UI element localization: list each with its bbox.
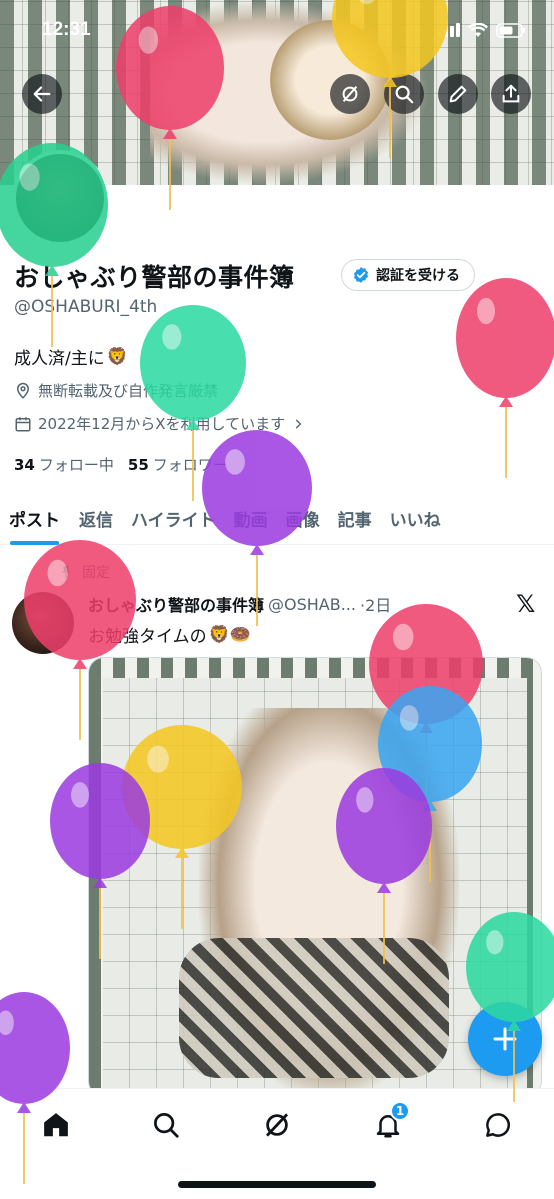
nav-home[interactable] <box>36 1105 76 1145</box>
tab-likes-label: いいね <box>389 511 441 531</box>
tab-posts-label: ポスト <box>9 511 60 531</box>
profile-stats: 34 フォロー中 55 フォロワー <box>14 454 228 475</box>
system-indicators <box>438 22 526 38</box>
back-button[interactable] <box>22 74 62 114</box>
chat-bubble-icon <box>486 1113 510 1137</box>
grok-icon <box>265 1113 289 1137</box>
profile-handle: @OSHABURI_4th <box>14 297 158 317</box>
tab-posts[interactable]: ポスト <box>0 492 69 545</box>
tab-media[interactable]: 画像 <box>277 492 329 545</box>
pinned-label: 固定 <box>82 565 110 581</box>
tab-replies-label: 返信 <box>79 511 113 531</box>
nav-notifications[interactable]: 1 <box>368 1101 410 1145</box>
tab-replies[interactable]: 返信 <box>69 492 122 545</box>
followers-label: フォロワー <box>152 456 228 474</box>
nav-search[interactable] <box>146 1105 186 1145</box>
share-button[interactable] <box>491 74 531 114</box>
compose-button[interactable] <box>468 1002 542 1076</box>
bio-text: 成人済/主に <box>14 349 105 369</box>
pencil-icon <box>449 85 467 103</box>
profile-joined[interactable]: 2022年12月からXを利用しています <box>14 413 305 434</box>
signal-icon <box>438 23 460 37</box>
post-author-handle[interactable]: @OSHAB... <box>268 595 356 614</box>
chevron-right-icon <box>295 418 302 429</box>
status-bar: 12:31 <box>0 0 554 60</box>
post-header: おしゃぶり警部の事件簿 @OSHAB... ·2日 <box>88 592 391 616</box>
notification-badge: 1 <box>390 1101 410 1121</box>
joined-text: 2022年12月からXを利用しています <box>38 415 286 433</box>
profile-tabs: ポスト 返信 ハイライト 動画 画像 記事 いいね <box>0 492 554 545</box>
nav-grok[interactable] <box>257 1105 297 1145</box>
profile-bio: 成人済/主に 🦁 <box>14 344 128 370</box>
pinned-indicator: 固定 <box>58 562 110 582</box>
tab-highlights-label: ハイライト <box>131 511 216 531</box>
grok-button[interactable] <box>330 74 370 114</box>
tab-highlights[interactable]: ハイライト <box>122 492 225 545</box>
tab-media-label: 画像 <box>285 511 320 531</box>
wifi-icon <box>468 22 488 37</box>
post-text: お勉強タイムの 🦁🍩 <box>88 622 252 648</box>
get-verified-label: 認証を受ける <box>376 268 460 284</box>
x-logo-icon: 𝕏 <box>516 590 536 618</box>
battery-icon <box>496 22 525 38</box>
profile-avatar[interactable] <box>12 150 108 246</box>
search-button[interactable] <box>384 74 424 114</box>
verified-badge-icon <box>353 267 369 283</box>
balloon <box>456 278 554 478</box>
post-author-avatar[interactable] <box>12 592 74 654</box>
following-count: 34 <box>14 456 35 474</box>
post-emoji: 🦁🍩 <box>208 624 252 645</box>
tab-articles[interactable]: 記事 <box>329 492 381 545</box>
calendar-icon <box>15 416 31 431</box>
following-link[interactable]: 34 フォロー中 <box>14 454 114 475</box>
post-author-name[interactable]: おしゃぶり警部の事件簿 <box>88 592 264 616</box>
profile-name: おしゃぶり警部の事件簿 <box>14 263 295 292</box>
back-arrow-icon <box>33 86 51 102</box>
tab-likes[interactable]: いいね <box>381 492 450 545</box>
nav-messages[interactable] <box>478 1105 518 1145</box>
following-label: フォロー中 <box>38 456 114 474</box>
post-time[interactable]: ·2日 <box>360 592 391 616</box>
search-icon <box>395 85 414 104</box>
get-verified-button[interactable]: 認証を受ける <box>341 259 475 291</box>
location-pin-icon <box>16 382 30 399</box>
pin-icon <box>62 566 70 578</box>
home-icon <box>44 1113 68 1137</box>
tab-videos[interactable]: 動画 <box>225 492 277 545</box>
grok-icon <box>342 86 358 102</box>
status-time: 12:31 <box>42 19 91 40</box>
share-icon <box>502 84 520 103</box>
tab-videos-label: 動画 <box>233 511 268 531</box>
profile-location: 無断転載及び自作発言厳禁 <box>14 380 218 401</box>
tab-articles-label: 記事 <box>337 511 372 531</box>
followers-link[interactable]: 55 フォロワー <box>128 454 228 475</box>
location-text: 無断転載及び自作発言厳禁 <box>38 382 219 400</box>
home-indicator <box>178 1181 376 1188</box>
post-body: お勉強タイムの <box>88 627 207 647</box>
bio-emoji: 🦁 <box>106 346 128 367</box>
bottom-navigation: 1 <box>0 1088 554 1199</box>
edit-button[interactable] <box>438 74 478 114</box>
search-icon <box>154 1113 179 1138</box>
followers-count: 55 <box>127 456 149 474</box>
plus-icon <box>493 1027 517 1051</box>
post-image-detail <box>179 938 449 1078</box>
